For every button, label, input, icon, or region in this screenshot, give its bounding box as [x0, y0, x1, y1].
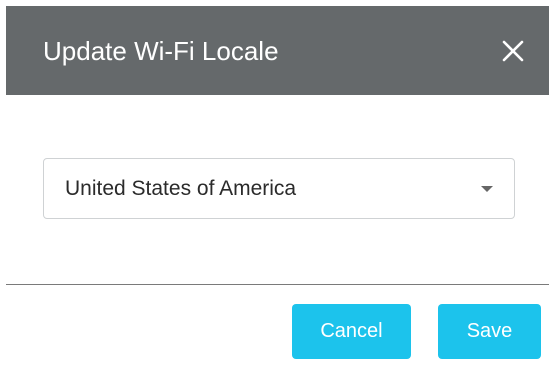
dialog-header: Update Wi-Fi Locale: [6, 6, 549, 95]
locale-select[interactable]: United States of America: [43, 158, 515, 219]
close-icon-glyph: [502, 40, 524, 62]
save-button[interactable]: Save: [438, 304, 541, 359]
dialog-title: Update Wi-Fi Locale: [43, 36, 279, 66]
dialog-body: United States of America: [0, 95, 549, 285]
update-wifi-locale-dialog: Update Wi-Fi Locale United States of Ame…: [0, 0, 549, 375]
chevron-down-icon: [481, 186, 493, 192]
locale-select-value: United States of America: [65, 177, 297, 200]
footer-divider: [6, 284, 549, 285]
cancel-button[interactable]: Cancel: [292, 304, 411, 359]
close-icon[interactable]: [501, 39, 525, 63]
